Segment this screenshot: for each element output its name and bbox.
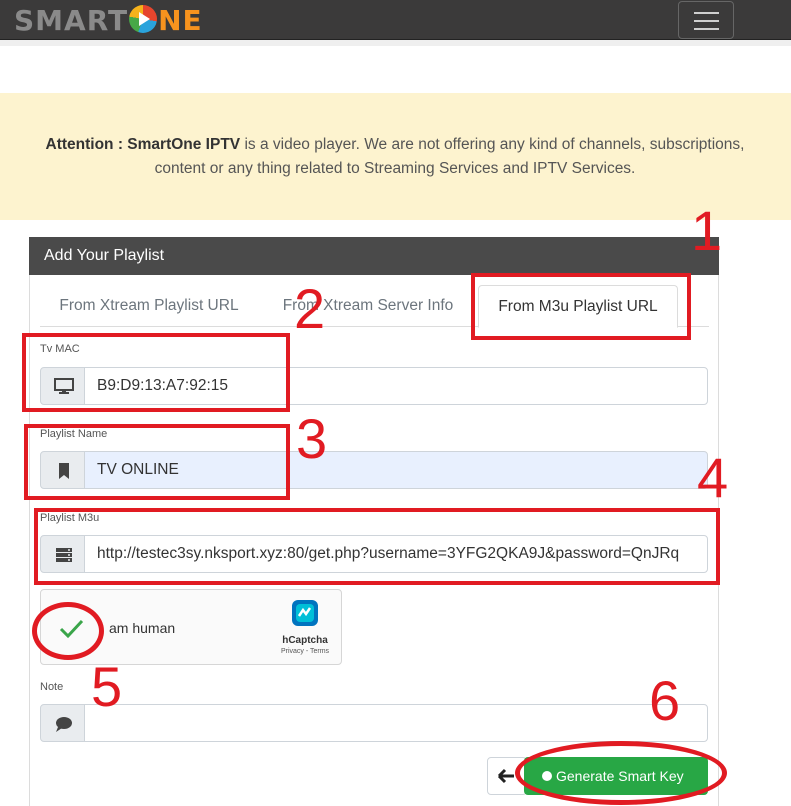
annotation-box-1	[471, 273, 691, 340]
brand-logo[interactable]: SMART NE	[14, 4, 203, 37]
annotation-ellipse-6	[515, 741, 727, 805]
attention-body: is a video player. We are not offering a…	[154, 136, 745, 177]
navbar: SMART NE	[0, 0, 791, 40]
hamburger-line	[694, 12, 719, 14]
logo-text-right: NE	[158, 4, 203, 37]
logo-play-icon	[129, 5, 158, 33]
annotation-box-2	[22, 333, 290, 412]
captcha-label: am human	[109, 620, 176, 636]
hamburger-line	[694, 20, 719, 22]
annotation-number-5: 5	[91, 655, 123, 718]
annotation-number-6: 6	[649, 669, 681, 732]
annotation-box-3	[24, 424, 290, 500]
annotation-number-4: 4	[697, 446, 729, 509]
note-group	[40, 704, 708, 742]
annotation-box-4	[34, 508, 720, 585]
hamburger-line	[694, 28, 719, 30]
annotation-number-1: 1	[691, 199, 723, 262]
hcaptcha-icon	[292, 600, 318, 626]
hcaptcha-brand: hCaptcha	[282, 635, 328, 646]
hcaptcha-links[interactable]: Privacy - Terms	[275, 648, 335, 655]
annotation-circle-5	[32, 602, 104, 660]
hcaptcha-logo[interactable]: hCaptcha Privacy - Terms	[275, 598, 335, 655]
tab-xtream-playlist[interactable]: From Xtream Playlist URL	[40, 285, 258, 327]
attention-bold: Attention : SmartOne IPTV	[45, 136, 241, 153]
navbar-shadow	[0, 40, 791, 46]
note-addon	[40, 704, 85, 742]
card-title: Add Your Playlist	[29, 237, 719, 275]
annotation-number-2: 2	[294, 277, 326, 340]
attention-banner: Attention : SmartOne IPTV is a video pla…	[0, 93, 791, 220]
comment-icon	[56, 717, 72, 732]
note-input[interactable]	[84, 704, 708, 742]
logo-text-left: SMART	[14, 4, 129, 37]
menu-toggle-button[interactable]	[678, 1, 734, 39]
annotation-number-3: 3	[296, 407, 328, 470]
note-label: Note	[40, 681, 64, 693]
attention-text: Attention : SmartOne IPTV is a video pla…	[40, 133, 750, 181]
